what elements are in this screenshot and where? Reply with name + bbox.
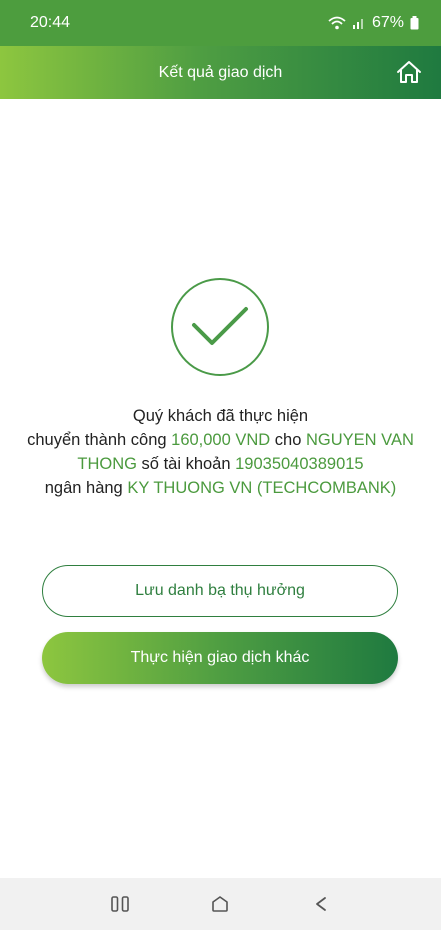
save-contact-button[interactable]: Lưu danh bạ thụ hưởng bbox=[42, 565, 398, 617]
check-icon bbox=[192, 307, 248, 345]
transfer-amount: 160,000 VND bbox=[171, 431, 271, 449]
account-number: 19035040389015 bbox=[235, 455, 364, 473]
system-nav-bar bbox=[0, 878, 441, 930]
status-time: 20:44 bbox=[30, 14, 71, 31]
wifi-icon bbox=[328, 16, 346, 30]
result-body: chuyển thành công 160,000 VND cho NGUYEN… bbox=[20, 428, 421, 500]
battery-percent: 67% bbox=[371, 14, 404, 31]
result-text-a: chuyển thành công bbox=[27, 431, 172, 449]
app-header: Kết quả giao dịch bbox=[0, 46, 441, 99]
bank-name: KY THUONG VN (TECHCOMBANK) bbox=[127, 479, 397, 497]
success-badge bbox=[171, 278, 269, 376]
new-transaction-button[interactable]: Thực hiện giao dịch khác bbox=[42, 632, 398, 684]
recent-apps-icon bbox=[111, 896, 129, 912]
status-bar: 20:44 67% bbox=[0, 0, 441, 46]
status-icons: 67% bbox=[328, 14, 419, 32]
result-message: Quý khách đã thực hiện chuyển thành công… bbox=[20, 404, 421, 500]
save-contact-label: Lưu danh bạ thụ hưởng bbox=[135, 582, 305, 599]
result-line1: Quý khách đã thực hiện bbox=[132, 407, 309, 425]
home-nav-button[interactable] bbox=[200, 884, 240, 924]
result-text-b: cho bbox=[270, 431, 306, 449]
result-text-c: số tài khoản bbox=[136, 455, 236, 473]
home-icon bbox=[397, 61, 421, 83]
battery-icon bbox=[410, 16, 419, 30]
home-button[interactable] bbox=[395, 58, 423, 86]
home-nav-icon bbox=[212, 896, 229, 912]
back-button[interactable] bbox=[301, 884, 341, 924]
recent-apps-button[interactable] bbox=[100, 884, 140, 924]
back-icon bbox=[315, 897, 326, 911]
result-text-d: ngân hàng bbox=[44, 479, 128, 497]
new-transaction-label: Thực hiện giao dịch khác bbox=[130, 649, 310, 666]
page-title: Kết quả giao dịch bbox=[158, 63, 283, 81]
signal-icon bbox=[352, 19, 363, 29]
